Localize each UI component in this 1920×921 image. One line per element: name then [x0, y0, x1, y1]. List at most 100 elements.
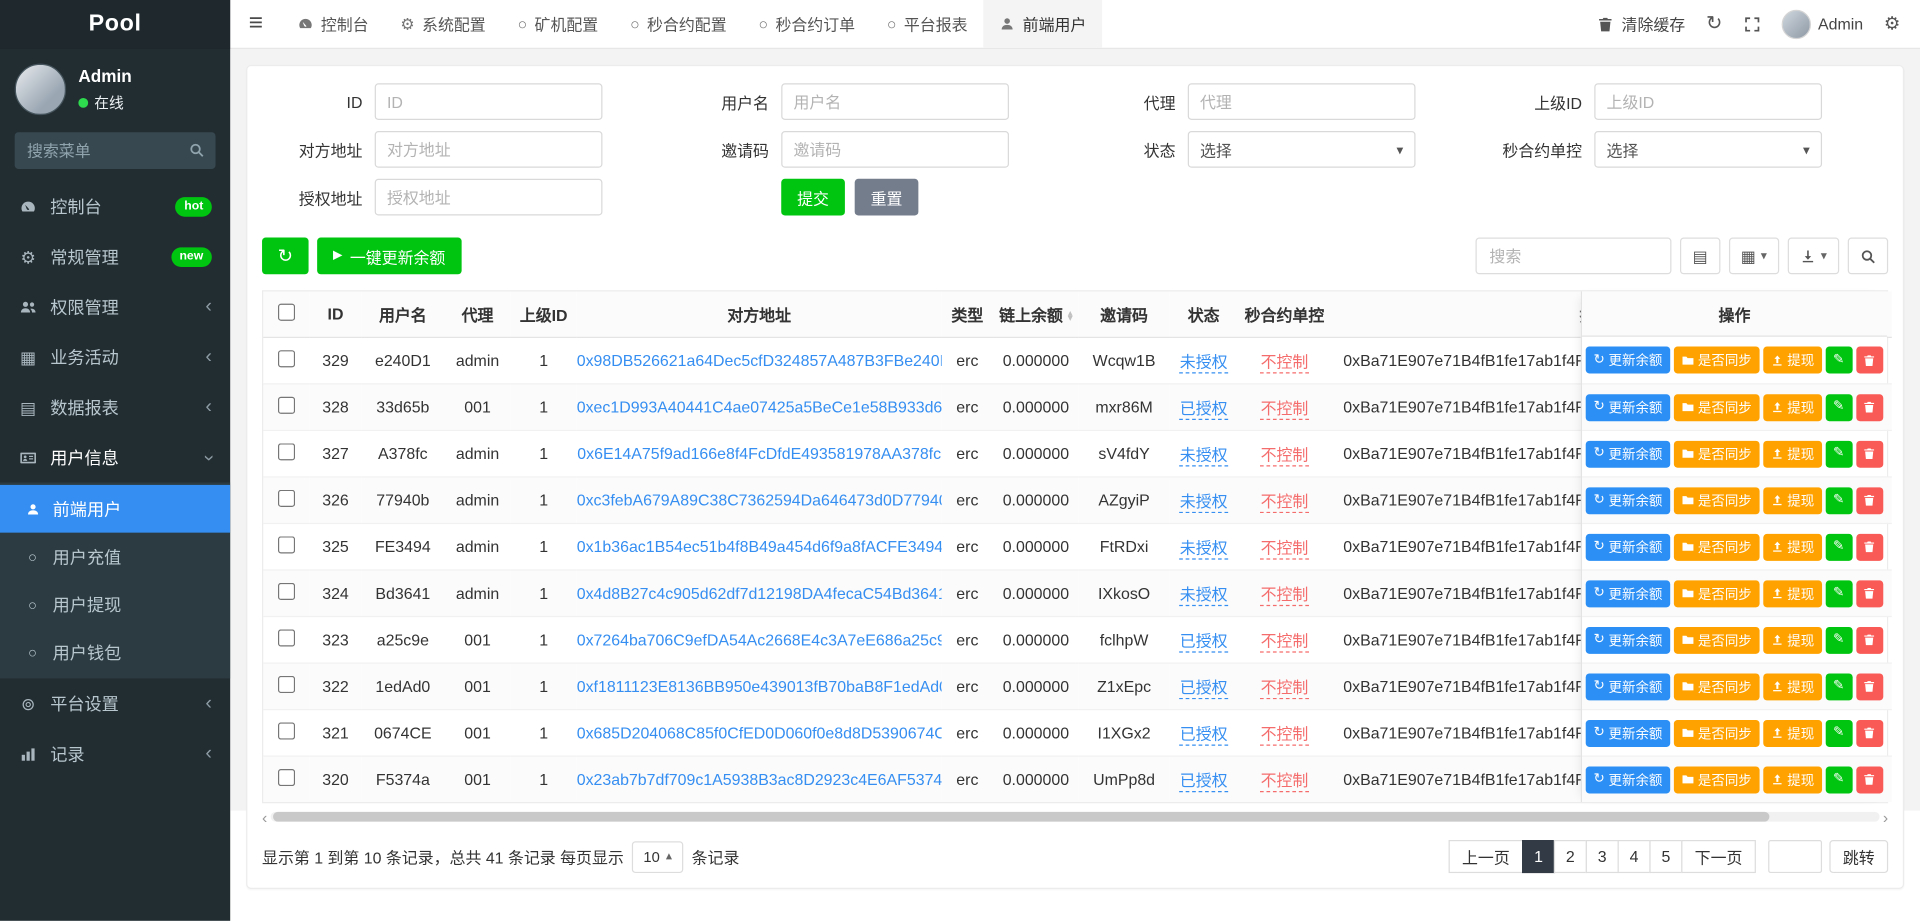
update-balance-button[interactable]: ↻更新余额 — [1586, 766, 1670, 793]
edit-button[interactable]: ✎ — [1825, 673, 1852, 700]
column-header[interactable]: 秒合约单控 — [1238, 291, 1331, 336]
edit-button[interactable]: ✎ — [1825, 347, 1852, 374]
address-link[interactable]: 0x7264ba706C9efDA54Ac2668E4c3A7eE686a25c… — [577, 630, 942, 648]
withdraw-button[interactable]: 提现 — [1763, 580, 1822, 607]
column-header[interactable]: 邀请码 — [1079, 291, 1170, 336]
status-link[interactable]: 已授权 — [1180, 631, 1228, 652]
edit-button[interactable]: ✎ — [1825, 580, 1852, 607]
update-balance-button[interactable]: ↻更新余额 — [1586, 440, 1670, 467]
status-link[interactable]: 未授权 — [1180, 492, 1228, 513]
update-balance-button[interactable]: ↻更新余额 — [1586, 626, 1670, 653]
hamburger-icon[interactable]: ≡ — [230, 0, 281, 48]
withdraw-button[interactable]: 提现 — [1763, 766, 1822, 793]
update-balance-button[interactable]: ↻更新余额 — [1586, 580, 1670, 607]
filter-input-对方地址[interactable] — [375, 131, 603, 168]
scroll-left-icon[interactable]: ‹ — [262, 809, 267, 825]
row-checkbox[interactable] — [278, 675, 295, 692]
edit-button[interactable]: ✎ — [1825, 766, 1852, 793]
sidebar-search-input[interactable] — [15, 132, 216, 169]
clear-cache-button[interactable]: 清除缓存 — [1597, 12, 1685, 35]
delete-button[interactable] — [1856, 487, 1883, 514]
column-header[interactable]: 代理 — [444, 291, 510, 336]
sidebar-item-0[interactable]: 控制台hot — [0, 181, 230, 231]
sync-button[interactable]: 是否同步 — [1673, 580, 1759, 607]
columns-button[interactable]: ▦▾ — [1729, 238, 1780, 275]
topbar-user[interactable]: Admin — [1781, 9, 1863, 38]
status-link[interactable]: 未授权 — [1180, 352, 1228, 373]
withdraw-button[interactable]: 提现 — [1763, 440, 1822, 467]
withdraw-button[interactable]: 提现 — [1763, 487, 1822, 514]
address-link[interactable]: 0xec1D993A40441C4ae07425a5BeCe1e58B933d6… — [577, 397, 942, 415]
sidebar-item-5[interactable]: 用户信息‹ — [0, 432, 230, 482]
toggle-view-button[interactable]: ▤ — [1680, 238, 1720, 275]
update-balance-button[interactable]: ↻更新余额 — [1586, 487, 1670, 514]
control-link[interactable]: 不控制 — [1261, 724, 1309, 745]
status-link[interactable]: 未授权 — [1180, 538, 1228, 559]
row-checkbox[interactable] — [278, 396, 295, 413]
sidebar-item-1[interactable]: ⚙常规管理new — [0, 231, 230, 281]
table-search-input[interactable] — [1476, 238, 1672, 275]
sidebar-item-6[interactable]: ⊚平台设置‹ — [0, 678, 230, 728]
filter-input-邀请码[interactable] — [781, 131, 1009, 168]
control-link[interactable]: 不控制 — [1261, 399, 1309, 420]
page-button-4[interactable]: 4 — [1618, 840, 1651, 873]
column-header[interactable]: 对方地址 — [577, 291, 942, 336]
sort-icon[interactable]: ▴▾ — [1068, 311, 1073, 322]
control-link[interactable]: 不控制 — [1261, 492, 1309, 513]
sidebar-subitem-1[interactable]: ○用户充值 — [0, 533, 230, 581]
page-button-1[interactable]: 1 — [1522, 840, 1555, 873]
status-link[interactable]: 未授权 — [1180, 445, 1228, 466]
delete-button[interactable] — [1856, 673, 1883, 700]
address-link[interactable]: 0x1b36ac1B54ec51b4f8B49a454d6f9a8fACFE34… — [577, 537, 942, 555]
page-button-2[interactable]: 2 — [1554, 840, 1587, 873]
filter-input-用户名[interactable] — [781, 83, 1009, 120]
sync-button[interactable]: 是否同步 — [1673, 626, 1759, 653]
export-button[interactable]: ▾ — [1788, 238, 1839, 275]
withdraw-button[interactable]: 提现 — [1763, 626, 1822, 653]
search-icon[interactable] — [189, 142, 205, 158]
address-link[interactable]: 0x98DB526621a64Dec5cfD324857A487B3FBe240… — [577, 351, 942, 369]
address-link[interactable]: 0x4d8B27c4c905d62df7d12198DA4fecaC54Bd36… — [577, 583, 942, 601]
row-checkbox[interactable] — [278, 769, 295, 786]
sidebar-item-7[interactable]: 记录‹ — [0, 729, 230, 779]
control-link[interactable]: 不控制 — [1261, 585, 1309, 606]
control-link[interactable]: 不控制 — [1261, 771, 1309, 792]
topbar-tab-4[interactable]: ○秒合约订单 — [743, 0, 871, 48]
delete-button[interactable] — [1856, 580, 1883, 607]
column-header[interactable]: 上级ID — [511, 291, 577, 336]
status-link[interactable]: 已授权 — [1180, 724, 1228, 745]
control-link[interactable]: 不控制 — [1261, 631, 1309, 652]
topbar-tab-3[interactable]: ○秒合约配置 — [614, 0, 742, 48]
sidebar-subitem-2[interactable]: ○用户提现 — [0, 580, 230, 628]
page-button-5[interactable]: 5 — [1649, 840, 1682, 873]
delete-button[interactable] — [1856, 347, 1883, 374]
gear-icon[interactable]: ⚙ — [1884, 15, 1900, 33]
delete-button[interactable] — [1856, 394, 1883, 421]
filter-input-授权地址[interactable] — [375, 179, 603, 216]
filter-select-状态[interactable]: 选择▾ — [1188, 131, 1416, 168]
filter-input-代理[interactable] — [1188, 83, 1416, 120]
address-link[interactable]: 0xc3febA679A89C38C7362594Da646473d0D7794… — [577, 490, 942, 508]
sync-button[interactable]: 是否同步 — [1673, 347, 1759, 374]
withdraw-button[interactable]: 提现 — [1763, 533, 1822, 560]
sync-button[interactable]: 是否同步 — [1673, 440, 1759, 467]
column-header[interactable]: 用户名 — [361, 291, 444, 336]
withdraw-button[interactable]: 提现 — [1763, 719, 1822, 746]
row-checkbox[interactable] — [278, 350, 295, 367]
sidebar-item-2[interactable]: 权限管理‹ — [0, 282, 230, 332]
row-checkbox[interactable] — [278, 582, 295, 599]
sync-button[interactable]: 是否同步 — [1673, 487, 1759, 514]
sync-button[interactable]: 是否同步 — [1673, 719, 1759, 746]
topbar-tab-1[interactable]: ⚙系统配置 — [385, 0, 502, 48]
prev-page-button[interactable]: 上一页 — [1449, 840, 1524, 873]
edit-button[interactable]: ✎ — [1825, 533, 1852, 560]
search-toggle-button[interactable] — [1848, 238, 1888, 275]
row-checkbox[interactable] — [278, 629, 295, 646]
page-size-select[interactable]: 10 ▴ — [632, 841, 683, 873]
address-link[interactable]: 0x6E14A75f9ad166e8f4FcDfdE493581978AA378… — [577, 444, 941, 462]
page-button-3[interactable]: 3 — [1586, 840, 1619, 873]
delete-button[interactable] — [1856, 626, 1883, 653]
withdraw-button[interactable]: 提现 — [1763, 347, 1822, 374]
edit-button[interactable]: ✎ — [1825, 394, 1852, 421]
control-link[interactable]: 不控制 — [1261, 352, 1309, 373]
